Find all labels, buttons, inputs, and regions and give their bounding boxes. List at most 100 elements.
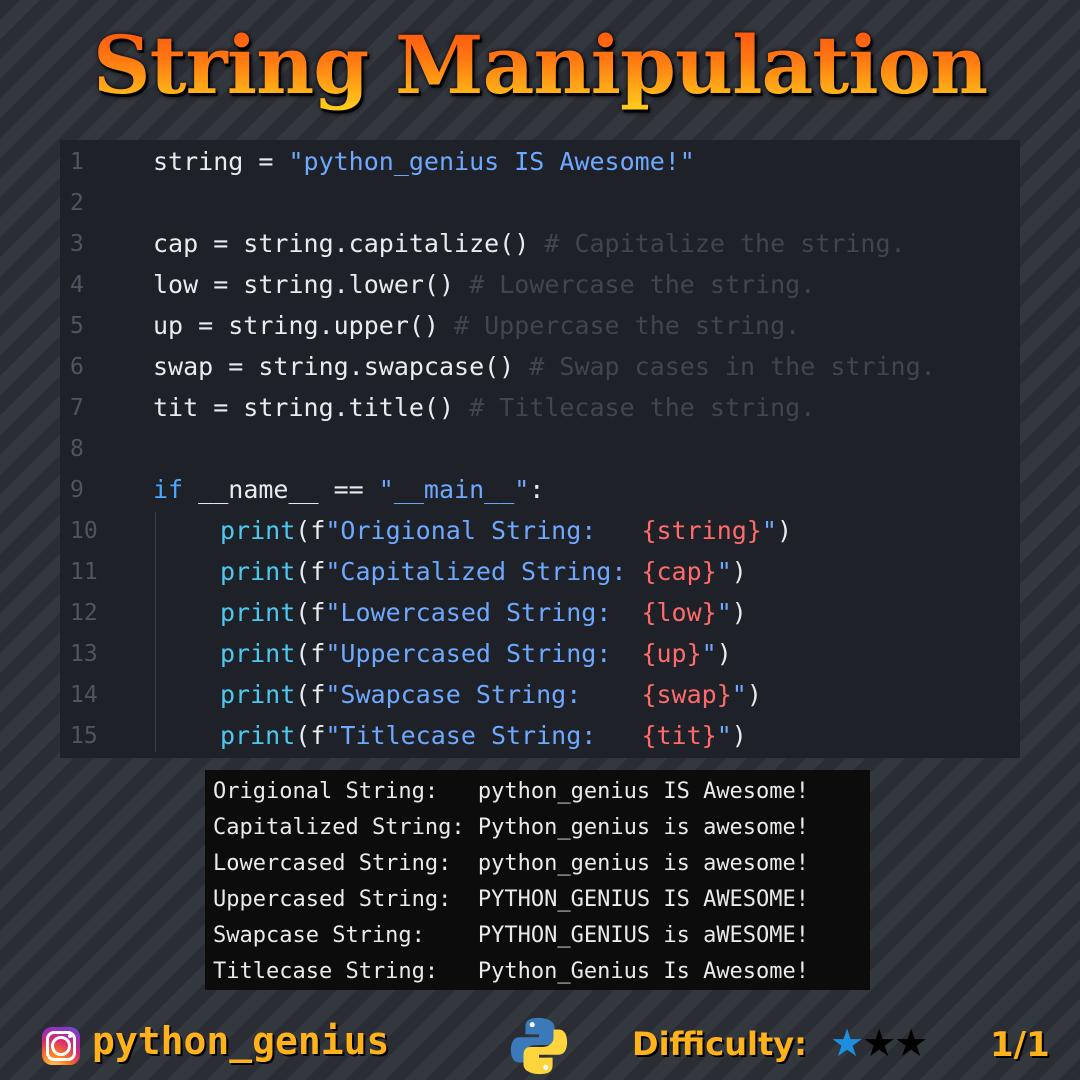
line-number: 12 (70, 600, 98, 626)
star-icon: ★ (830, 1021, 864, 1065)
code-token: "Lowercased String: (325, 598, 642, 627)
code-text: swap = string.swapcase() # Swap cases in… (153, 347, 936, 387)
code-token: " (701, 639, 717, 668)
code-token: ) (731, 721, 747, 750)
code-token: {cap} (641, 557, 717, 586)
line-number: 11 (70, 559, 98, 585)
line-number: 13 (70, 641, 98, 667)
code-token: {swap} (641, 680, 732, 709)
code-token: {up} (641, 639, 702, 668)
output-line: Titlecase String: Python_Genius Is Aweso… (213, 959, 810, 984)
code-token: "Capitalized String: (325, 557, 642, 586)
code-token: ) (746, 680, 762, 709)
code-token: (f (295, 557, 326, 586)
code-text: print(f"Capitalized String: {cap}") (220, 552, 747, 592)
code-token: {tit} (641, 721, 717, 750)
code-text: if __name__ == "__main__": (153, 470, 544, 510)
code-token: print (220, 721, 296, 750)
terminal-output: Origional String: python_genius IS Aweso… (205, 770, 870, 990)
code-token: "Origional String: (325, 516, 642, 545)
code-text: tit = string.title() # Titlecase the str… (153, 388, 815, 428)
code-token: "python_genius IS Awesome!" (288, 147, 695, 176)
star-icon: ★ (894, 1021, 928, 1065)
code-token: cap = string.capitalize() (153, 229, 545, 258)
code-text: low = string.lower() # Lowercase the str… (153, 265, 815, 305)
code-token: " (716, 598, 732, 627)
code-token: if (153, 475, 184, 504)
difficulty-label: Difficulty: (632, 1025, 807, 1063)
code-token: " (731, 680, 747, 709)
line-number: 10 (70, 518, 98, 544)
code-text: print(f"Titlecase String: {tit}") (220, 716, 747, 756)
line-number: 14 (70, 682, 98, 708)
code-token: (f (295, 680, 326, 709)
line-number: 1 (70, 149, 84, 175)
output-line: Capitalized String: Python_genius is awe… (213, 815, 810, 840)
output-lines: Origional String: python_genius IS Aweso… (213, 774, 862, 990)
code-comment: # Titlecase the string. (469, 393, 816, 422)
code-text: cap = string.capitalize() # Capitalize t… (153, 224, 906, 264)
code-token: up = string.upper() (153, 311, 455, 340)
code-token: swap = string.swapcase() (153, 352, 530, 381)
code-token: print (220, 680, 296, 709)
star-icon: ★ (862, 1021, 896, 1065)
code-token: __name__ == (183, 475, 379, 504)
code-token: " (716, 721, 732, 750)
code-token: {string} (641, 516, 762, 545)
code-token: "Titlecase String: (325, 721, 642, 750)
code-token: string = (153, 147, 289, 176)
code-text: print(f"Swapcase String: {swap}") (220, 675, 762, 715)
code-text: string = "python_genius IS Awesome!" (153, 142, 695, 182)
instagram-icon (42, 1027, 80, 1065)
code-token: print (220, 598, 296, 627)
code-token: {low} (641, 598, 717, 627)
code-token: "__main__" (378, 475, 530, 504)
python-logo-icon (510, 1017, 568, 1075)
code-token: low = string.lower() (153, 270, 470, 299)
line-number: 15 (70, 723, 98, 749)
page-indicator: 1/1 (990, 1025, 1050, 1065)
page-title: String Manipulation (0, 18, 1080, 112)
code-token: : (529, 475, 545, 504)
code-token: ) (716, 639, 732, 668)
code-token: ) (776, 516, 792, 545)
output-line: Swapcase String: PYTHON_GENIUS is aWESOM… (213, 923, 810, 948)
code-token: ) (731, 598, 747, 627)
line-number: 3 (70, 231, 84, 257)
code-token: print (220, 557, 296, 586)
output-line: Origional String: python_genius IS Aweso… (213, 779, 810, 804)
line-number: 9 (70, 477, 84, 503)
code-comment: # Capitalize the string. (544, 229, 906, 258)
code-token: (f (295, 721, 326, 750)
code-token: "Swapcase String: (325, 680, 642, 709)
code-comment: # Lowercase the string. (469, 270, 816, 299)
footer: python_genius Difficulty: ★★★ 1/1 (0, 1015, 1080, 1075)
code-text: up = string.upper() # Uppercase the stri… (153, 306, 800, 346)
instagram-handle: python_genius (92, 1019, 390, 1063)
code-token: tit = string.title() (153, 393, 470, 422)
code-token: print (220, 516, 296, 545)
line-number: 5 (70, 313, 84, 339)
code-editor: 1 string = "python_genius IS Awesome!" 2 3 c… (60, 140, 1020, 758)
code-token: " (716, 557, 732, 586)
code-token: print (220, 639, 296, 668)
line-number: 6 (70, 354, 84, 380)
difficulty-rating: ★★★ (830, 1021, 928, 1065)
code-token: (f (295, 516, 326, 545)
code-text: print(f"Uppercased String: {up}") (220, 634, 732, 674)
code-token: " (761, 516, 777, 545)
output-line: Lowercased String: python_genius is awes… (213, 851, 810, 876)
line-number: 8 (70, 436, 84, 462)
code-text: print(f"Lowercased String: {low}") (220, 593, 747, 633)
code-comment: # Uppercase the string. (454, 311, 801, 340)
code-token: (f (295, 598, 326, 627)
line-number: 2 (70, 190, 84, 216)
code-text: print(f"Origional String: {string}") (220, 511, 792, 551)
code-token: ) (731, 557, 747, 586)
code-token: "Uppercased String: (325, 639, 642, 668)
line-number: 7 (70, 395, 84, 421)
output-line: Uppercased String: PYTHON_GENIUS IS AWES… (213, 887, 810, 912)
line-number: 4 (70, 272, 84, 298)
code-token: (f (295, 639, 326, 668)
indent-guide (155, 512, 156, 752)
